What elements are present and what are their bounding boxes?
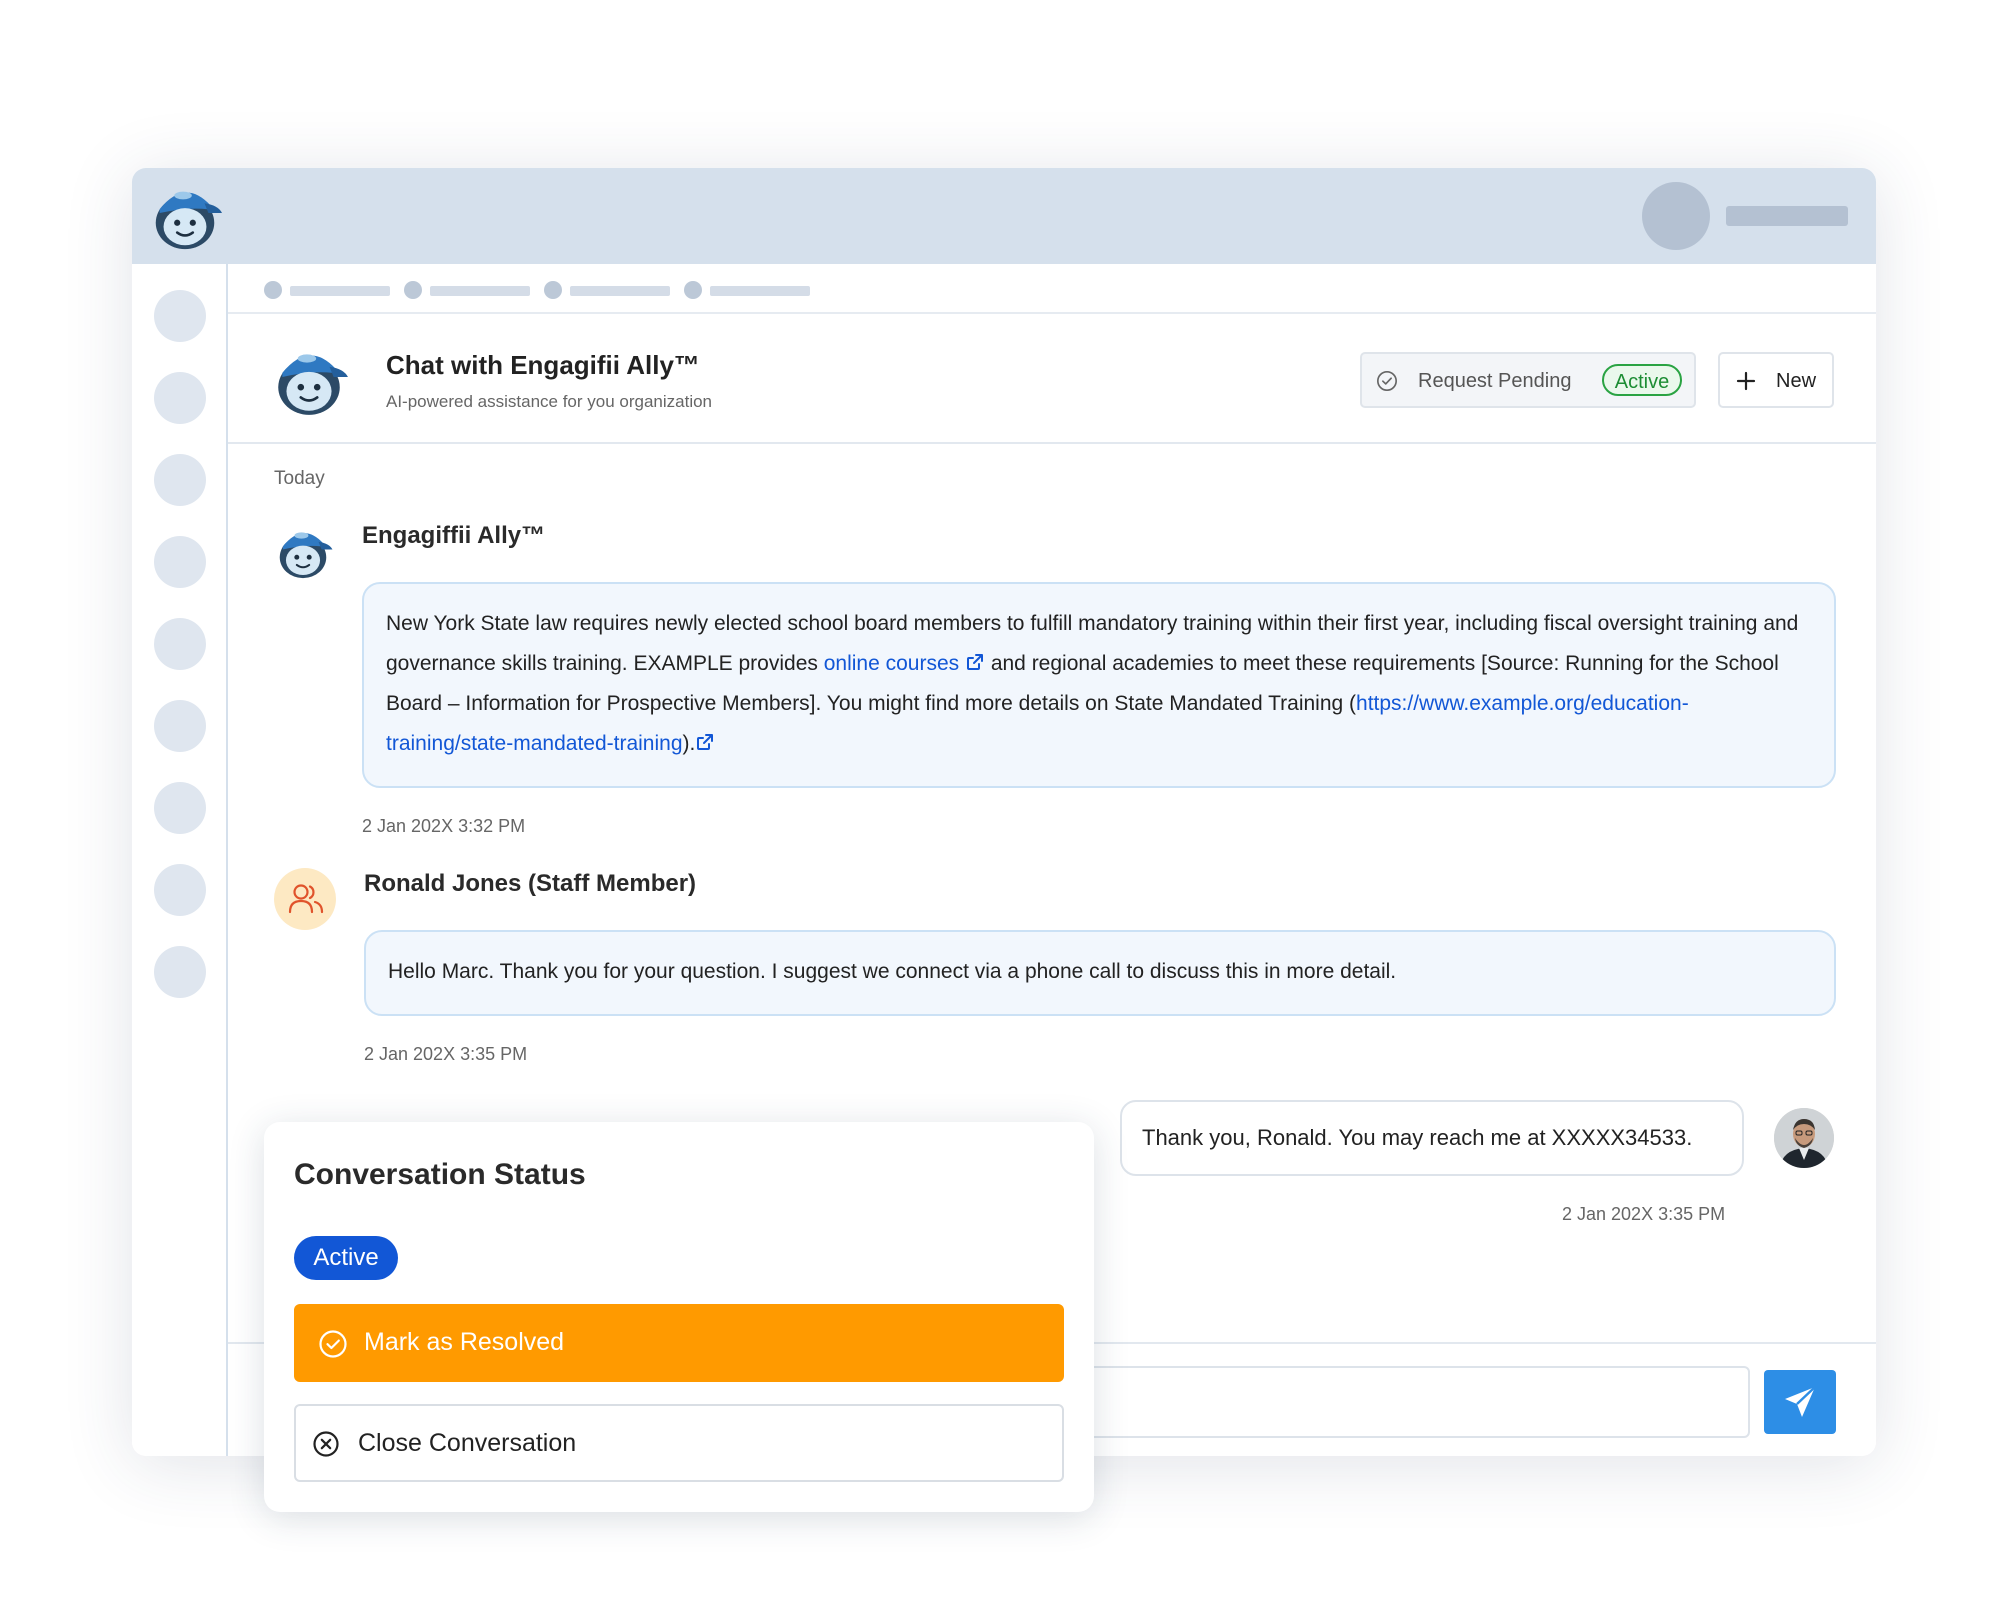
external-link-icon[interactable] xyxy=(965,652,985,672)
app-logo-icon[interactable] xyxy=(146,176,224,254)
bot-message-text: ). xyxy=(682,732,696,755)
sidebar-item[interactable] xyxy=(154,782,206,834)
breadcrumb-item[interactable] xyxy=(290,286,390,296)
user-photo-icon xyxy=(1774,1108,1834,1168)
external-link-icon[interactable] xyxy=(695,732,715,752)
x-circle-icon xyxy=(313,1431,339,1457)
close-conversation-label: Close Conversation xyxy=(358,1429,577,1457)
breadcrumb-dot xyxy=(264,281,282,299)
bot-avatar-icon xyxy=(279,532,333,579)
check-circle-icon xyxy=(319,1330,347,1358)
bot-sender-name: Engagiffii Ally™ xyxy=(362,522,546,549)
users-icon xyxy=(288,884,324,914)
send-button[interactable] xyxy=(1764,1370,1836,1434)
send-icon xyxy=(1785,1386,1816,1417)
user-message-bubble: Thank you, Ronald. You may reach me at X… xyxy=(1120,1100,1744,1176)
top-bar xyxy=(132,168,1876,264)
sidebar xyxy=(132,264,228,1456)
sidebar-item[interactable] xyxy=(154,946,206,998)
mark-resolved-button[interactable]: Mark as Resolved xyxy=(294,1304,1064,1382)
request-status[interactable]: Request Pending Active xyxy=(1360,352,1696,408)
user-avatar-placeholder[interactable] xyxy=(1642,182,1710,250)
sidebar-item[interactable] xyxy=(154,536,206,588)
sidebar-item[interactable] xyxy=(154,618,206,670)
sidebar-item[interactable] xyxy=(154,454,206,506)
breadcrumb-item[interactable] xyxy=(710,286,810,296)
bot-message-bubble: New York State law requires newly electe… xyxy=(362,582,1836,788)
online-courses-link[interactable]: online courses xyxy=(824,652,959,675)
sidebar-item[interactable] xyxy=(154,864,206,916)
user-name-placeholder xyxy=(1726,206,1848,226)
user-message-text: Thank you, Ronald. You may reach me at X… xyxy=(1142,1125,1693,1150)
staff-avatar xyxy=(274,868,336,930)
staff-message-bubble: Hello Marc. Thank you for your question.… xyxy=(364,930,1836,1016)
staff-message-text: Hello Marc. Thank you for your question.… xyxy=(388,960,1397,983)
sidebar-item[interactable] xyxy=(154,290,206,342)
plus-icon xyxy=(1736,371,1756,391)
breadcrumb-dot xyxy=(404,281,422,299)
new-button-label: New xyxy=(1776,370,1817,392)
conversation-status-badge: Active xyxy=(294,1236,398,1280)
staff-sender-name: Ronald Jones (Staff Member) xyxy=(364,870,697,897)
chat-title: Chat with Engagifii Ally™ xyxy=(386,350,700,380)
close-conversation-button[interactable]: Close Conversation xyxy=(294,1404,1064,1482)
breadcrumb-dot xyxy=(684,281,702,299)
breadcrumb xyxy=(228,264,1876,314)
mark-resolved-label: Mark as Resolved xyxy=(364,1328,565,1356)
message-timestamp: 2 Jan 202X 3:35 PM xyxy=(1562,1204,1726,1224)
bot-avatar-icon xyxy=(278,354,348,415)
sidebar-item[interactable] xyxy=(154,700,206,752)
conversation-status-title: Conversation Status xyxy=(294,1158,586,1191)
new-chat-button[interactable]: New xyxy=(1718,352,1834,408)
day-divider: Today xyxy=(274,468,325,489)
chat-header: Chat with Engagifii Ally™ AI-powered ass… xyxy=(228,314,1876,444)
conversation-status-card: Conversation Status Active Mark as Resol… xyxy=(264,1122,1094,1512)
message-timestamp: 2 Jan 202X 3:32 PM xyxy=(362,816,526,836)
chat-subtitle: AI-powered assistance for you organizati… xyxy=(386,392,713,411)
request-pending-label: Request Pending xyxy=(1418,370,1572,392)
message-timestamp: 2 Jan 202X 3:35 PM xyxy=(364,1044,528,1064)
sidebar-item[interactable] xyxy=(154,372,206,424)
check-circle-icon xyxy=(1377,371,1397,391)
user-avatar xyxy=(1774,1108,1834,1168)
breadcrumb-dot xyxy=(544,281,562,299)
breadcrumb-item[interactable] xyxy=(430,286,530,296)
status-badge: Active xyxy=(1602,364,1682,396)
breadcrumb-item[interactable] xyxy=(570,286,670,296)
